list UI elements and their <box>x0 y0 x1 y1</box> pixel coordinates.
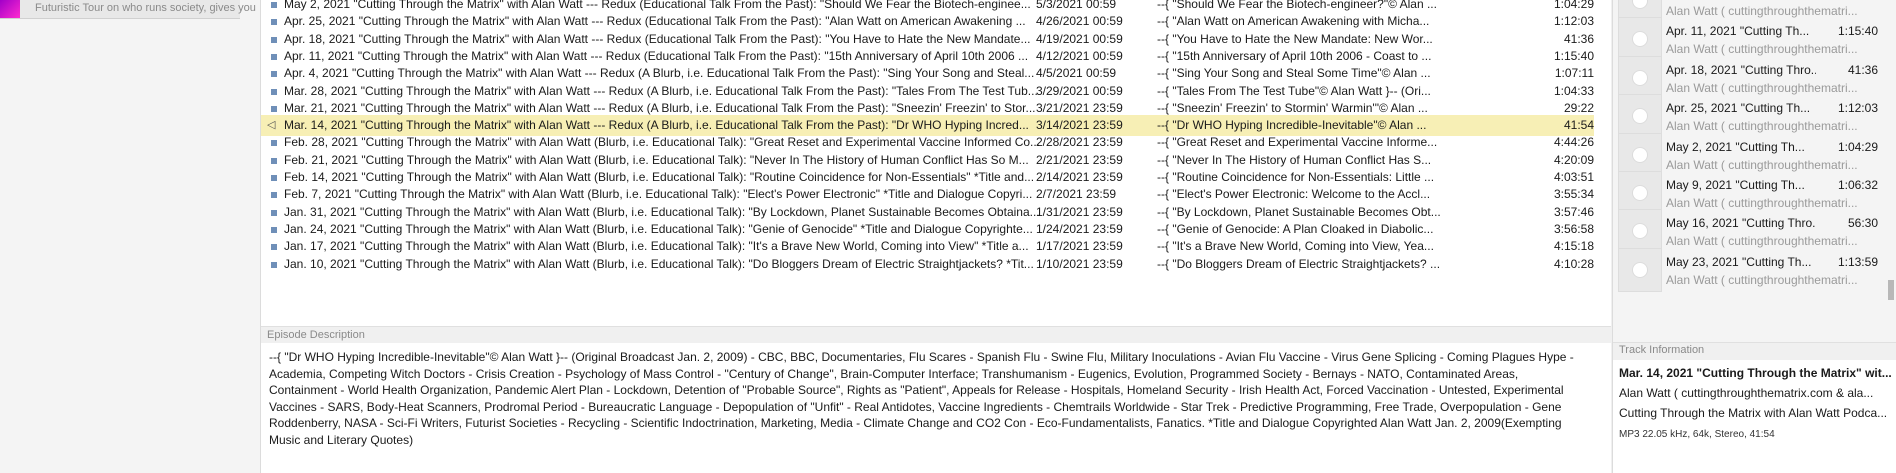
episode-tile-list: Alan Watt ( cuttingthroughthematri... Apr… <box>1613 0 1896 326</box>
episode-tile-author: Alan Watt ( cuttingthroughthematri... <box>1666 272 1858 287</box>
podcast-artwork <box>0 0 20 18</box>
episode-status-icon <box>271 36 277 43</box>
episode-duration: 4:10:28 <box>1553 256 1594 271</box>
episode-tile-duration: 1:12:03 <box>1837 101 1878 116</box>
episode-tile-title: May 2, 2021 "Cutting Th... <box>1666 139 1805 154</box>
episode-status-icon <box>271 261 277 268</box>
track-information-header-label: Track Information <box>1619 344 1705 356</box>
episode-description-header: Episode Description <box>261 326 1611 344</box>
episode-tile-duration: 1:15:40 <box>1837 24 1878 39</box>
episode-row[interactable]: Jan. 10, 2021 "Cutting Through the Matri… <box>261 254 1594 275</box>
episode-description-header-label: Episode Description <box>267 329 365 341</box>
scrollbar-thumb[interactable] <box>1888 280 1894 300</box>
episode-status-icon <box>271 140 277 147</box>
episode-status-icon <box>271 209 277 216</box>
track-album: Cutting Through the Matrix with Alan Wat… <box>1619 406 1888 420</box>
episode-date: 1/10/2021 23:59 <box>1036 256 1123 271</box>
episode-tile-title: May 23, 2021 "Cutting Th... <box>1666 254 1812 269</box>
episode-status-icon <box>271 19 277 26</box>
episode-description-panel: --{ "Dr WHO Hyping Incredible-Inevitable… <box>261 343 1611 473</box>
episode-description-text: --{ "Dr WHO Hyping Incredible-Inevitable… <box>269 350 1574 447</box>
episode-tile-duration: 41:36 <box>1847 62 1878 77</box>
episode-tile-duration: 56:30 <box>1847 216 1878 231</box>
left-pane: Futuristic Tour on who runs society, giv… <box>0 0 261 473</box>
episode-status-icon <box>271 2 277 8</box>
episode-tile-duration: 1:04:29 <box>1837 139 1878 154</box>
podcast-card[interactable]: Futuristic Tour on who runs society, giv… <box>0 0 256 19</box>
episode-tile-title: May 16, 2021 "Cutting Thro... <box>1666 216 1816 231</box>
episode-artwork-icon <box>1618 247 1662 292</box>
episode-tile-title: Apr. 11, 2021 "Cutting Th... <box>1666 24 1810 39</box>
track-information-header: Track Information <box>1613 342 1896 360</box>
episode-status-icon <box>271 157 277 164</box>
track-format: MP3 22.05 kHz, 64k, Stereo, 41:54 <box>1619 429 1775 440</box>
episode-tile-title: May 9, 2021 "Cutting Th... <box>1666 178 1805 192</box>
episode-tile[interactable]: May 23, 2021 "Cutting Th... 1:13:59 Alan W… <box>1613 243 1885 295</box>
episode-description-preview: --{ "Do Bloggers Dream of Electric Strai… <box>1157 256 1441 271</box>
track-information-panel: Mar. 14, 2021 "Cutting Through the Matri… <box>1613 360 1896 473</box>
episode-tile-title: Apr. 25, 2021 "Cutting Th... <box>1666 101 1811 116</box>
episode-status-icon <box>271 71 277 78</box>
episode-status-icon <box>271 244 277 251</box>
episode-status-icon <box>271 226 277 233</box>
track-artist: Alan Watt ( cuttingthroughthematrix.com … <box>1619 386 1874 400</box>
episode-tile-duration: 1:06:32 <box>1837 178 1878 192</box>
right-pane: Alan Watt ( cuttingthroughthematri... Apr… <box>1612 0 1896 473</box>
episode-title: Jan. 10, 2021 "Cutting Through the Matri… <box>284 256 1034 271</box>
podcast-description: Futuristic Tour on who runs society, giv… <box>35 2 256 14</box>
track-title: Mar. 14, 2021 "Cutting Through the Matri… <box>1619 366 1891 380</box>
episode-tile-scrollbar[interactable] <box>1885 0 1896 326</box>
episode-list-scrollbar[interactable] <box>1595 0 1610 326</box>
episode-status-icon <box>271 105 277 112</box>
episode-status-icon <box>271 53 277 60</box>
episode-list: May 2, 2021 "Cutting Through the Matrix"… <box>261 0 1611 326</box>
episode-status-icon <box>271 175 277 181</box>
episode-status-icon <box>271 88 277 95</box>
episode-tile-title: Apr. 18, 2021 "Cutting Thro... <box>1666 62 1816 77</box>
episode-tile-duration: 1:13:59 <box>1837 254 1878 269</box>
episode-status-icon <box>271 192 277 199</box>
